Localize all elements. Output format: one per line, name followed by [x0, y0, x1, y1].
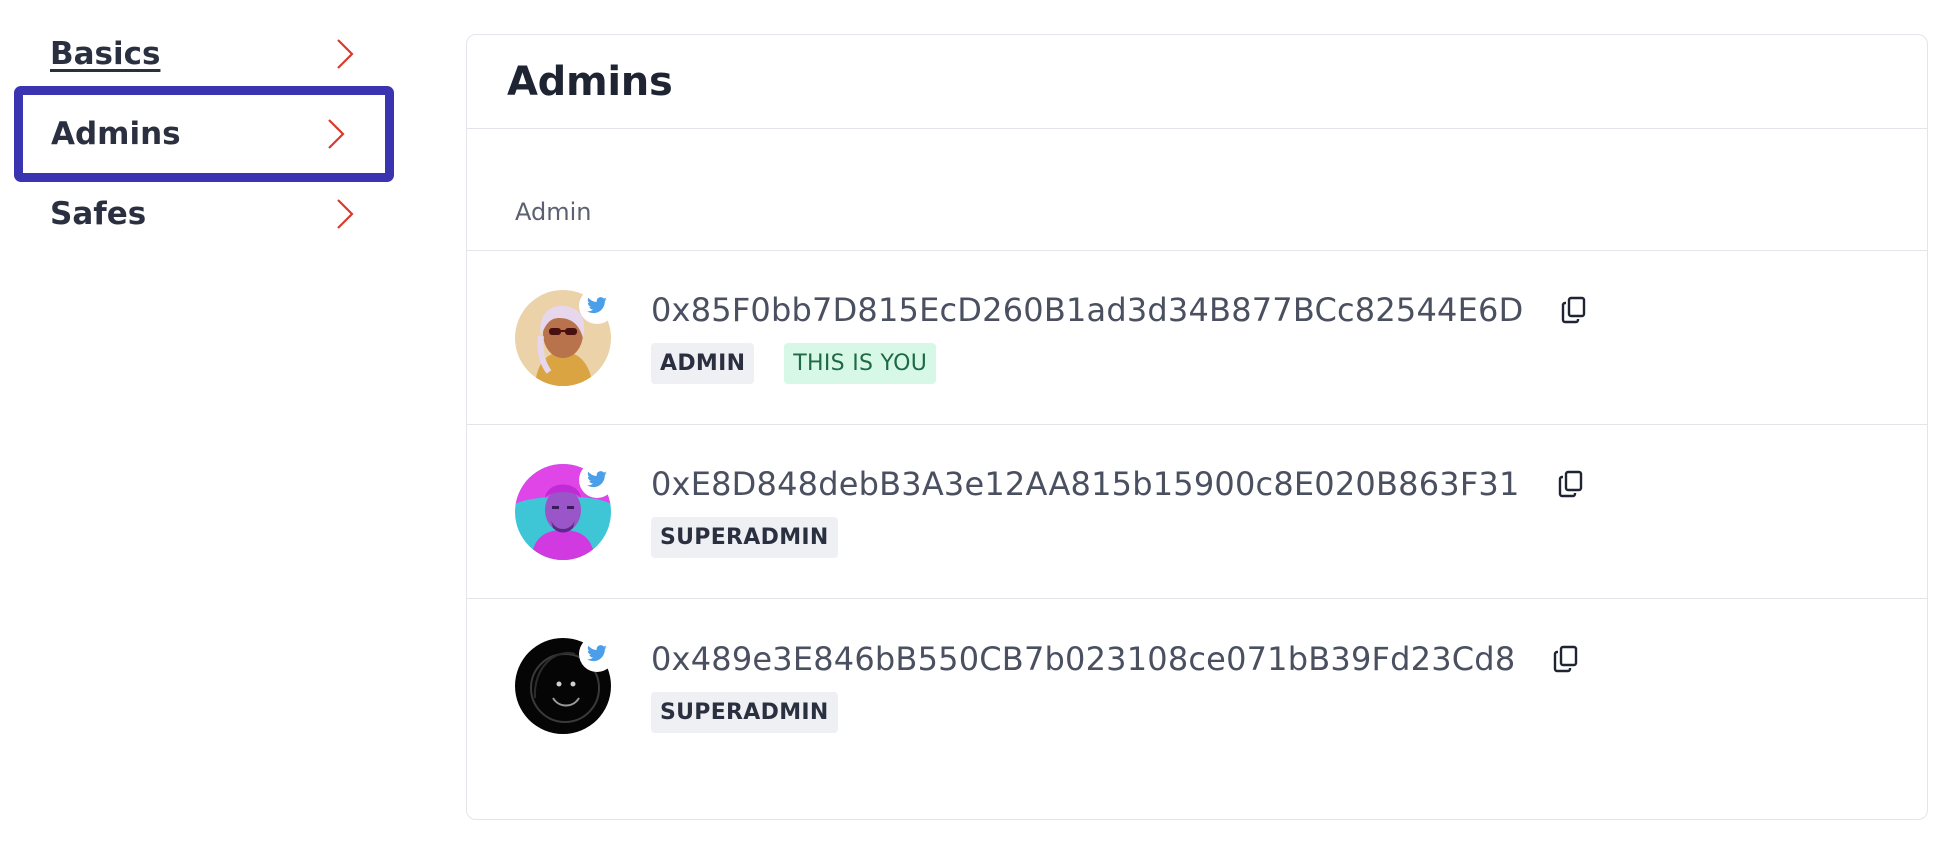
you-badge: THIS IS YOU: [784, 343, 937, 384]
column-header-admin: Admin: [515, 198, 592, 226]
avatar: [515, 461, 615, 560]
twitter-icon: [579, 287, 615, 324]
sidebar-item-basics[interactable]: Basics: [14, 16, 394, 92]
table-header: Admin: [467, 129, 1927, 251]
sidebar-item-admins[interactable]: Admins: [14, 86, 394, 182]
sidebar-item-label: Basics: [50, 36, 161, 72]
copy-icon[interactable]: [1556, 469, 1586, 499]
chevron-right-icon: [336, 38, 354, 70]
card-header: Admins: [467, 35, 1927, 129]
twitter-icon: [579, 461, 615, 498]
avatar: [515, 287, 615, 386]
table-row: 0x489e3E846bB550CB7b023108ce071bB39Fd23C…: [467, 599, 1927, 773]
sidebar-item-label: Safes: [50, 196, 147, 232]
admin-address: 0x489e3E846bB550CB7b023108ce071bB39Fd23C…: [651, 639, 1516, 678]
copy-icon[interactable]: [1559, 295, 1589, 325]
chevron-right-icon: [327, 118, 345, 150]
copy-icon[interactable]: [1551, 644, 1581, 674]
sidebar-item-safes[interactable]: Safes: [14, 176, 394, 252]
admin-address: 0x85F0bb7D815EcD260B1ad3d34B877BCc82544E…: [651, 291, 1524, 329]
role-badge: SUPERADMIN: [651, 691, 838, 733]
role-badge: SUPERADMIN: [651, 517, 838, 558]
twitter-icon: [579, 636, 615, 672]
table-row: 0xE8D848debB3A3e12AA815b15900c8E020B863F…: [467, 425, 1927, 599]
admins-card: Admins Admin 0x85F0bb7D815EcD260B1ad3d34…: [466, 34, 1928, 820]
table-row: 0x85F0bb7D815EcD260B1ad3d34B877BCc82544E…: [467, 251, 1927, 425]
avatar: [515, 636, 615, 734]
role-badge: ADMIN: [651, 343, 755, 384]
sidebar-item-label: Admins: [51, 116, 181, 152]
chevron-right-icon: [336, 198, 354, 230]
admin-address: 0xE8D848debB3A3e12AA815b15900c8E020B863F…: [651, 465, 1520, 503]
page-title: Admins: [507, 58, 673, 105]
